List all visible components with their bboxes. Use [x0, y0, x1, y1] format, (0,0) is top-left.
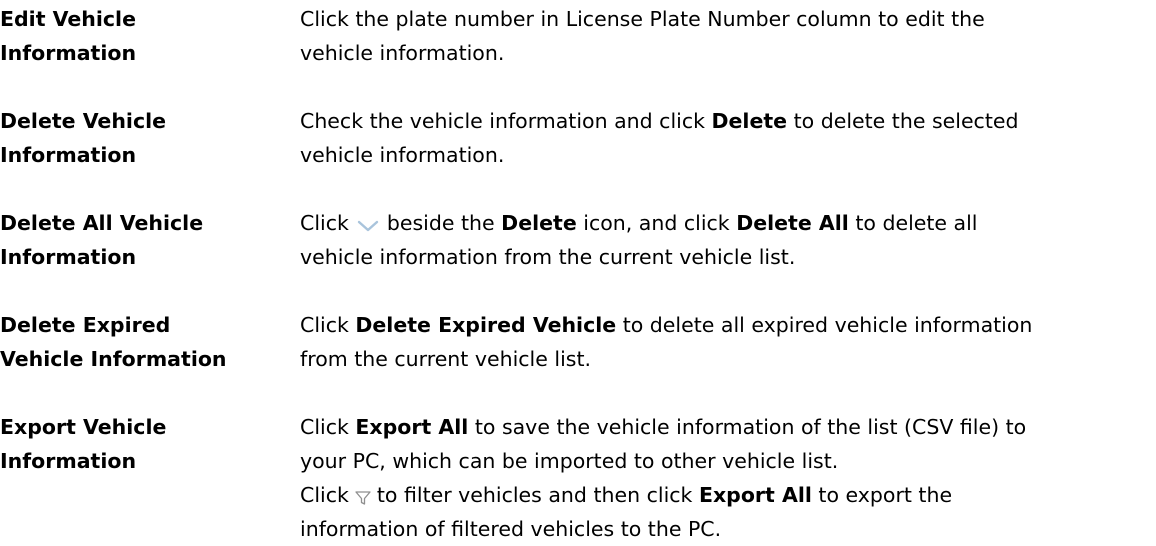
- description-line: Click beside the Delete icon, and click D…: [300, 206, 1150, 240]
- term-line: Export Vehicle: [0, 415, 167, 439]
- text-run: Click: [300, 415, 356, 439]
- bold-term-export-all: Export All: [355, 415, 469, 439]
- text-run: to filter vehicles and then click: [376, 483, 699, 507]
- description-line: Click the plate number in License Plate …: [300, 7, 985, 31]
- text-run: Click: [300, 483, 349, 507]
- term-line: Information: [0, 143, 137, 167]
- term-line: Edit Vehicle: [0, 7, 136, 31]
- description-edit-vehicle-information: Click the plate number in License Plate …: [300, 2, 1150, 70]
- term-line: Delete Vehicle: [0, 109, 167, 133]
- description-line: Check the vehicle information and click …: [300, 104, 1150, 138]
- description-line: vehicle information from the current veh…: [300, 245, 796, 269]
- term-line: Information: [0, 449, 137, 473]
- term-export-vehicle-information: Export Vehicle Information: [0, 410, 285, 478]
- description-line: vehicle information.: [300, 41, 505, 65]
- term-line: Vehicle Information: [0, 347, 227, 371]
- text-run: to delete the selected: [787, 109, 1019, 133]
- term-line: Delete All Vehicle: [0, 211, 204, 235]
- term-delete-vehicle-information: Delete Vehicle Information: [0, 104, 285, 172]
- description-line: vehicle information.: [300, 143, 505, 167]
- description-line: Click Export All to save the vehicle inf…: [300, 410, 1150, 444]
- text-run: to save the vehicle information of the l…: [468, 415, 1027, 439]
- filter-icon: [353, 484, 373, 505]
- description-delete-vehicle-information: Check the vehicle information and click …: [300, 104, 1150, 172]
- description-line: information of filtered vehicles to the …: [300, 517, 722, 541]
- bold-term-delete-all: Delete All: [736, 211, 849, 235]
- description-line: from the current vehicle list.: [300, 347, 592, 371]
- description-line: your PC, which can be imported to other …: [300, 449, 839, 473]
- description-line: Click Delete Expired Vehicle to delete a…: [300, 308, 1150, 342]
- term-line: Delete Expired: [0, 313, 171, 337]
- text-run: to export the: [811, 483, 953, 507]
- bold-term-delete: Delete: [711, 109, 788, 133]
- text-run: icon, and click: [576, 211, 737, 235]
- text-run: to delete all expired vehicle informatio…: [616, 313, 1033, 337]
- term-edit-vehicle-information: Edit Vehicle Information: [0, 2, 285, 70]
- term-line: Information: [0, 41, 137, 65]
- text-run: beside the: [386, 211, 502, 235]
- text-run: to delete all: [848, 211, 978, 235]
- description-line: Click to filter vehicles and then click E…: [300, 478, 1150, 512]
- term-line: Information: [0, 245, 137, 269]
- chevron-down-icon: [353, 212, 383, 232]
- bold-term-delete-expired-vehicle: Delete Expired Vehicle: [355, 313, 617, 337]
- description-delete-all-vehicle-information: Click beside the Delete icon, and click D…: [300, 206, 1150, 274]
- term-delete-expired-vehicle-information: Delete Expired Vehicle Information: [0, 308, 285, 376]
- description-delete-expired-vehicle-information: Click Delete Expired Vehicle to delete a…: [300, 308, 1150, 376]
- text-run: Check the vehicle information and click: [300, 109, 712, 133]
- text-run: Click: [300, 211, 349, 235]
- bold-term-export-all: Export All: [698, 483, 812, 507]
- text-run: Click: [300, 313, 356, 337]
- term-delete-all-vehicle-information: Delete All Vehicle Information: [0, 206, 285, 274]
- bold-term-delete: Delete: [501, 211, 577, 235]
- description-export-vehicle-information: Click Export All to save the vehicle inf…: [300, 410, 1150, 546]
